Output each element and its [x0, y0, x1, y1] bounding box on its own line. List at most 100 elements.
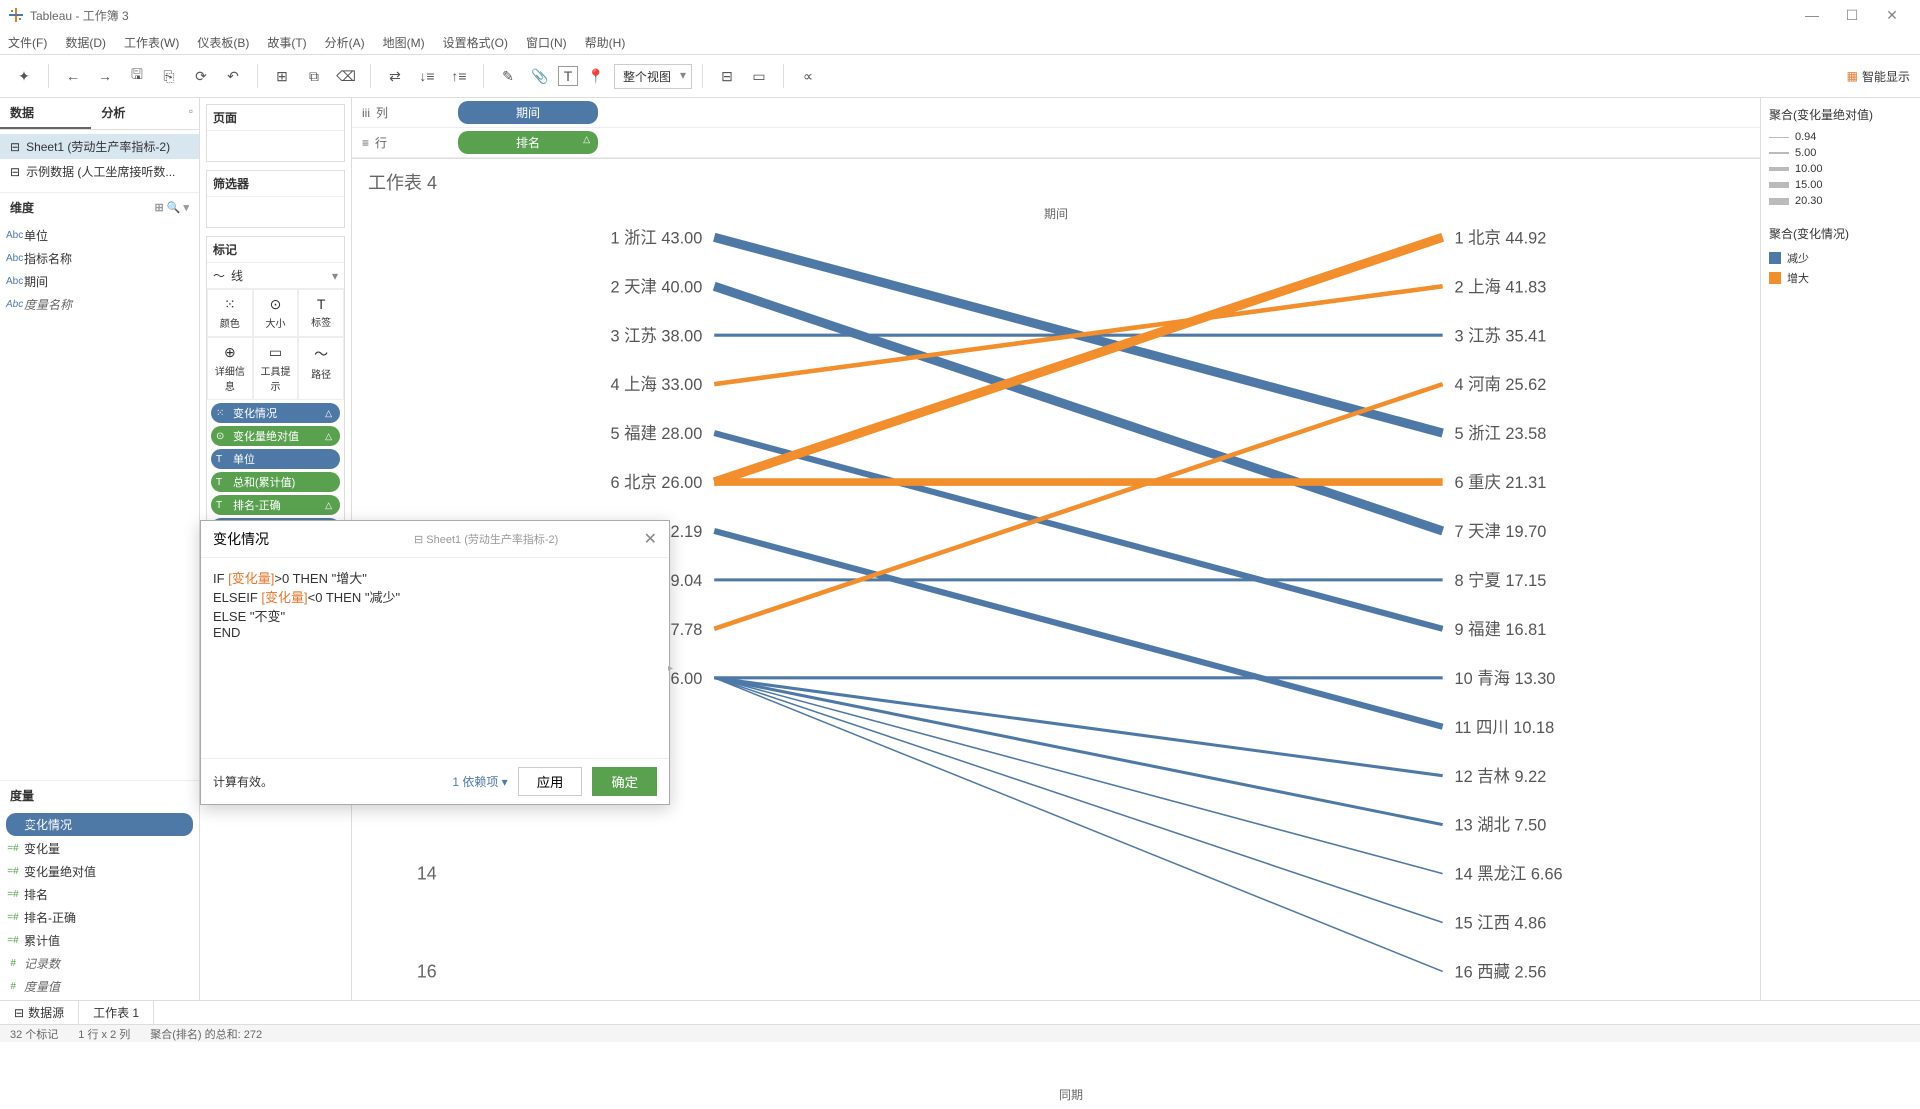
measures-header: 度量: [0, 780, 199, 810]
mark-pill[interactable]: T单位: [211, 449, 340, 469]
menu-map[interactable]: 地图(M): [383, 34, 425, 51]
clear-button[interactable]: ⌫: [332, 62, 360, 90]
calc-ok-button[interactable]: 确定: [592, 767, 657, 796]
field-item[interactable]: Abc度量名称: [0, 293, 199, 316]
calc-name-input[interactable]: [213, 531, 394, 547]
show-cards-button[interactable]: ⊟: [713, 62, 741, 90]
back-button[interactable]: ←: [59, 62, 87, 90]
group-button[interactable]: 📎: [526, 62, 554, 90]
columns-shelf[interactable]: iii列 期间: [352, 98, 1760, 128]
sort-asc-button[interactable]: ↓≡: [413, 62, 441, 90]
calc-close-button[interactable]: ✕: [644, 529, 657, 549]
mark-type-dropdown[interactable]: 〜线: [207, 263, 344, 289]
detail-button[interactable]: ⊕详细信息: [207, 337, 253, 400]
sheet-title[interactable]: 工作表 4: [352, 159, 1760, 205]
tableau-logo-icon: [8, 7, 24, 23]
field-item[interactable]: =#排名-正确: [0, 906, 199, 929]
swap-button[interactable]: ⇄: [381, 62, 409, 90]
field-item[interactable]: =#变化量: [0, 837, 199, 860]
maximize-button[interactable]: ☐: [1832, 7, 1872, 24]
search-icon[interactable]: 🔍: [167, 202, 181, 214]
tab-data[interactable]: 数据: [0, 98, 91, 129]
datasource-tab[interactable]: ⊟数据源: [0, 1001, 79, 1024]
calc-expand-handle[interactable]: ▸: [668, 663, 673, 674]
field-item[interactable]: =Abc变化情况: [6, 813, 193, 836]
svg-text:4 上海 33.00: 4 上海 33.00: [611, 375, 703, 394]
field-item[interactable]: =#排名: [0, 883, 199, 906]
marks-card: 标记 〜线 ⁙颜色 ⊙大小 T标签 ⊕详细信息 ▭工具提示 〜路径 ⁙变化情况△…: [206, 236, 345, 542]
label-button[interactable]: T标签: [298, 289, 344, 337]
calc-apply-button[interactable]: 应用: [518, 767, 583, 796]
menu-window[interactable]: 窗口(N): [526, 34, 567, 51]
presentation-button[interactable]: ▭: [745, 62, 773, 90]
svg-text:12 吉林 9.22: 12 吉林 9.22: [1455, 767, 1547, 786]
svg-text:16: 16: [417, 961, 437, 981]
mark-pill[interactable]: ⁙变化情况△: [211, 403, 340, 423]
field-item[interactable]: #度量值: [0, 975, 199, 998]
svg-text:13 湖北 7.50: 13 湖北 7.50: [1455, 816, 1547, 835]
save-button[interactable]: 🖫: [123, 62, 151, 90]
undo-button[interactable]: ↶: [219, 62, 247, 90]
close-button[interactable]: ✕: [1872, 7, 1912, 24]
field-item[interactable]: Abc期间: [0, 270, 199, 293]
minimize-button[interactable]: —: [1792, 7, 1832, 23]
menu-help[interactable]: 帮助(H): [585, 34, 626, 51]
color-legend-item[interactable]: 增大: [1769, 268, 1912, 288]
color-button[interactable]: ⁙颜色: [207, 289, 253, 337]
dimensions-header: 维度 ⊞ 🔍 ▾: [0, 192, 199, 222]
rows-shelf[interactable]: ≡行 排名△: [352, 128, 1760, 158]
size-button[interactable]: ⊙大小: [253, 289, 299, 337]
menu-file[interactable]: 文件(F): [8, 34, 47, 51]
tooltip-button[interactable]: ▭工具提示: [253, 337, 299, 400]
mark-pill[interactable]: T排名-正确△: [211, 495, 340, 515]
label-button[interactable]: T: [558, 66, 578, 86]
field-item[interactable]: =#变化量绝对值: [0, 860, 199, 883]
shelf-pill[interactable]: 期间: [458, 101, 598, 124]
calculation-editor[interactable]: ⊟ Sheet1 (劳动生产率指标-2) ✕ IF [变化量]>0 THEN "…: [200, 520, 670, 805]
legends-panel: 聚合(变化量绝对值) 0.945.0010.0015.0020.30 聚合(变化…: [1760, 98, 1920, 1000]
pages-card[interactable]: 页面: [206, 104, 345, 162]
field-item[interactable]: Abc单位: [0, 224, 199, 247]
filters-card[interactable]: 筛选器: [206, 170, 345, 228]
sheet-tab[interactable]: 工作表 1: [79, 1001, 154, 1024]
toolbar: ✦ ← → 🖫 ⎘ ⟳ ↶ ⊞ ⧉ ⌫ ⇄ ↓≡ ↑≡ ✎ 📎 T 📍 整个视图…: [0, 54, 1920, 98]
mark-pill[interactable]: ⊙变化量绝对值△: [211, 426, 340, 446]
tableau-icon[interactable]: ✦: [10, 62, 38, 90]
duplicate-button[interactable]: ⧉: [300, 62, 328, 90]
mark-pill[interactable]: T总和(累计值): [211, 472, 340, 492]
menu-data[interactable]: 数据(D): [65, 34, 106, 51]
size-legend-item: 5.00: [1769, 145, 1912, 161]
new-sheet-button[interactable]: ⊞: [268, 62, 296, 90]
menu-story[interactable]: 故事(T): [267, 34, 306, 51]
menu-format[interactable]: 设置格式(O): [443, 34, 508, 51]
size-legend-title: 聚合(变化量绝对值): [1769, 106, 1912, 123]
share-button[interactable]: ∝: [794, 62, 822, 90]
shelf-pill[interactable]: 排名△: [458, 131, 598, 154]
calc-formula-editor[interactable]: IF [变化量]>0 THEN "增大"ELSEIF [变化量]<0 THEN …: [201, 558, 669, 758]
tab-analysis[interactable]: 分析: [91, 98, 182, 129]
menu-worksheet[interactable]: 工作表(W): [124, 34, 179, 51]
show-me-button[interactable]: ▦ 智能显示: [1847, 68, 1910, 85]
menu-dashboard[interactable]: 仪表板(B): [197, 34, 249, 51]
field-type-icon: =#: [6, 889, 20, 900]
path-button[interactable]: 〜路径: [298, 337, 344, 400]
field-item[interactable]: Abc指标名称: [0, 247, 199, 270]
menu-analysis[interactable]: 分析(A): [325, 34, 365, 51]
datasource-item[interactable]: ⊟示例数据 (人工坐席接听数...: [0, 159, 199, 184]
view-icon[interactable]: ⊞: [154, 202, 163, 214]
highlight-button[interactable]: ✎: [494, 62, 522, 90]
calc-deps-link[interactable]: 1 依赖项 ▾: [452, 773, 507, 790]
refresh-button[interactable]: ⟳: [187, 62, 215, 90]
pin-button[interactable]: 📍: [582, 62, 610, 90]
datasource-item[interactable]: ⊟Sheet1 (劳动生产率指标-2): [0, 134, 199, 159]
sort-desc-button[interactable]: ↑≡: [445, 62, 473, 90]
field-item[interactable]: #记录数: [0, 952, 199, 975]
app-title: Tableau - 工作簿 3: [30, 7, 129, 24]
fit-dropdown[interactable]: 整个视图: [614, 64, 692, 89]
forward-button[interactable]: →: [91, 62, 119, 90]
panel-menu-icon[interactable]: ▫: [183, 98, 199, 129]
field-item[interactable]: =#累计值: [0, 929, 199, 952]
new-data-button[interactable]: ⎘: [155, 62, 183, 90]
color-legend-item[interactable]: 减少: [1769, 248, 1912, 268]
x-axis-label: 同期: [402, 1086, 1740, 1103]
